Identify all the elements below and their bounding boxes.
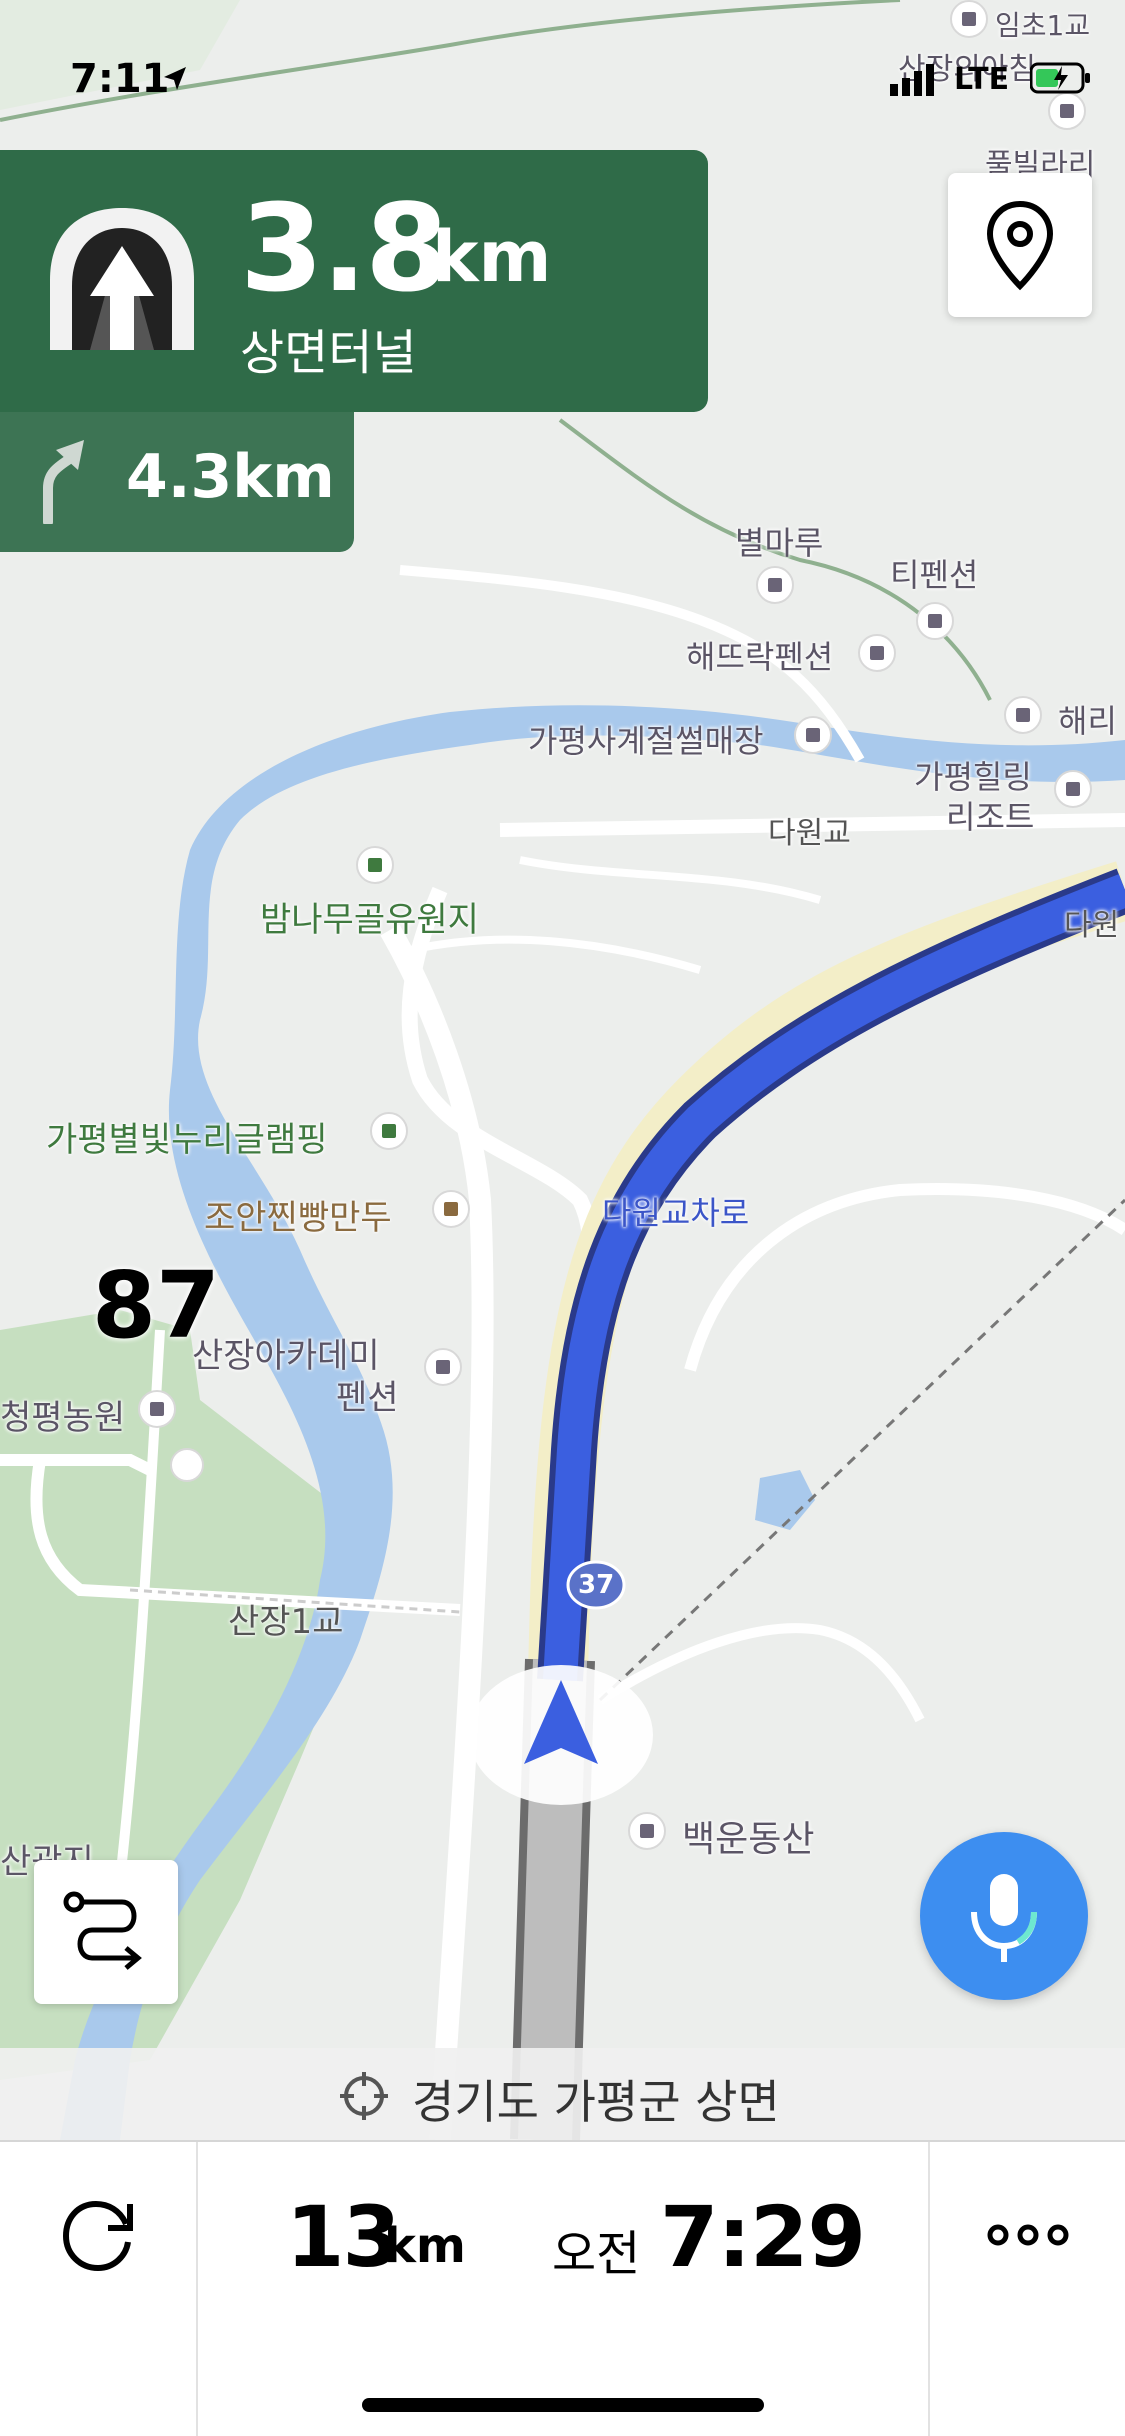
resort-icon[interactable] xyxy=(1054,770,1092,808)
slight-right-arrow-icon xyxy=(43,440,84,524)
poi-healing-2[interactable]: 리조트 xyxy=(946,792,1034,838)
lodging-icon[interactable] xyxy=(916,602,954,640)
crosshair-icon xyxy=(340,2072,388,2120)
more-options-icon[interactable] xyxy=(986,2222,1070,2248)
poi-haeri[interactable]: 해리 xyxy=(1058,696,1117,742)
signal-icon xyxy=(890,64,934,96)
refresh-icon[interactable] xyxy=(56,2194,140,2278)
microphone-icon xyxy=(971,1874,1037,1962)
divider xyxy=(196,2142,198,2436)
camping-icon[interactable] xyxy=(370,1112,408,1150)
turn-distance-value: 3.8 xyxy=(240,180,449,319)
trip-info-bar xyxy=(0,2140,1125,2436)
route-number: 37 xyxy=(578,1570,615,1600)
poi-farm[interactable]: 청평농원 xyxy=(0,1390,125,1439)
battery-charging-icon xyxy=(1030,62,1090,94)
remaining-distance-unit: km xyxy=(384,2218,466,2274)
label-dawon-ic: 다원교차로 xyxy=(602,1194,750,1232)
status-time: 7:11 xyxy=(70,56,170,102)
current-position-icon xyxy=(469,1665,653,1805)
lodging-icon[interactable] xyxy=(756,566,794,604)
current-address: 경기도 가평군 상면 xyxy=(412,2075,780,2129)
location-pin-icon xyxy=(986,200,1054,291)
label-dawon-right: 다원 xyxy=(1064,908,1120,943)
restaurant-icon[interactable] xyxy=(432,1190,470,1228)
next-maneuver-distance: 4.3km xyxy=(126,442,335,512)
park-icon[interactable] xyxy=(356,846,394,884)
poi-joan[interactable]: 조안찐빵만두 xyxy=(204,1190,392,1239)
route-options-icon xyxy=(63,1891,142,1970)
location-arrow-icon xyxy=(164,67,186,90)
label-sanjang1: 산장1교 xyxy=(228,1602,344,1642)
divider xyxy=(928,2142,930,2436)
store-icon[interactable] xyxy=(628,1812,666,1850)
lodging-icon[interactable] xyxy=(424,1348,462,1386)
poi-gapyeong-store[interactable]: 가평사계절썰매장 xyxy=(528,716,764,762)
store-icon[interactable] xyxy=(794,716,832,754)
poi-glamping[interactable]: 가평별빛누리글램핑 xyxy=(46,1112,328,1161)
turn-distance-unit: km xyxy=(432,216,552,298)
network-type: LTE xyxy=(954,62,1010,97)
poi-baegun[interactable]: 백운동산 xyxy=(682,1810,814,1862)
poi-academy-2[interactable]: 펜션 xyxy=(336,1370,399,1419)
label-dawongyo: 다원교 xyxy=(768,816,851,851)
poi-haetteurak[interactable]: 해뜨락펜션 xyxy=(686,632,833,678)
home-indicator[interactable] xyxy=(362,2398,764,2412)
poi-bamnamu[interactable]: 밤나무골유원지 xyxy=(260,892,479,941)
arrow-marker-icon[interactable] xyxy=(170,1448,204,1482)
poi-imcho[interactable]: 임초1교 xyxy=(995,4,1090,44)
store-icon[interactable] xyxy=(138,1390,176,1428)
road-name: 상면터널 xyxy=(240,325,417,381)
lodging-icon[interactable] xyxy=(1004,696,1042,734)
eta-period: 오전 xyxy=(552,2226,641,2282)
tunnel-icon xyxy=(50,208,194,350)
lodging-icon[interactable] xyxy=(950,0,988,38)
speed-limit: 87 xyxy=(92,1252,221,1359)
lodging-icon[interactable] xyxy=(1048,92,1086,130)
poi-tipension[interactable]: 티펜션 xyxy=(890,550,978,596)
lodging-icon[interactable] xyxy=(858,634,896,672)
eta-time: 7:29 xyxy=(660,2188,866,2286)
remaining-distance-value: 13 xyxy=(286,2188,401,2286)
poi-byeolmaru[interactable]: 별마루 xyxy=(735,518,823,564)
